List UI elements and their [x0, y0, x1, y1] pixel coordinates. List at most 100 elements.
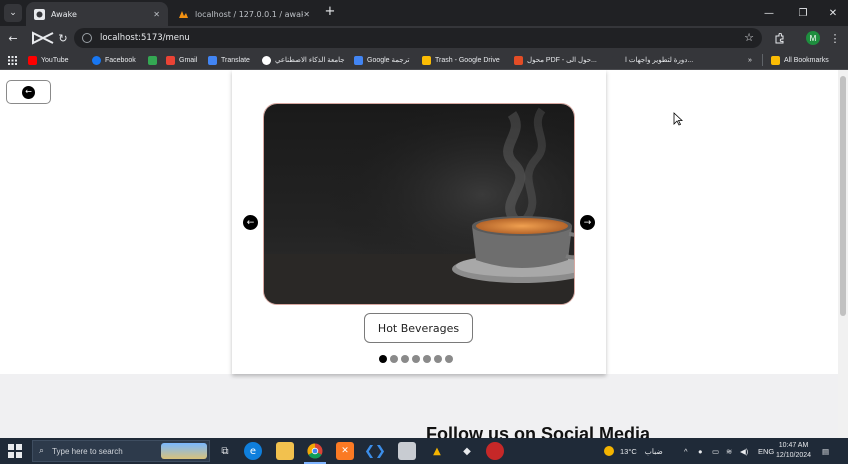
all-bookmarks[interactable]: All Bookmarks — [762, 54, 829, 66]
search-icon: ⌕ — [39, 446, 45, 456]
microphone-icon[interactable]: ● — [698, 438, 703, 464]
pdf-icon — [514, 55, 523, 65]
arrow-right-icon: → — [583, 217, 592, 228]
windows-taskbar: ⌕ Type here to search ⧉ e ✕ ❮❯ ▲ ◆ 13°C … — [0, 438, 848, 464]
apps-grid-icon[interactable] — [8, 54, 17, 66]
chrome-icon[interactable] — [306, 442, 324, 460]
profile-avatar[interactable]: M — [806, 31, 820, 45]
weather-widget-icon — [161, 443, 207, 459]
google-translate-icon — [354, 55, 363, 65]
extensions-icon[interactable] — [770, 29, 788, 47]
bookmark-label: YouTube — [41, 56, 69, 64]
address-bar[interactable]: localhost:5173/menu ☆ — [74, 28, 762, 48]
network-icon[interactable]: ▭ — [712, 438, 719, 464]
tab-title: localhost / 127.0.0.1 / awake / — [195, 9, 303, 19]
carousel-prev-button[interactable]: ← — [243, 215, 258, 230]
phpmyadmin-favicon-icon — [178, 9, 189, 20]
arrow-left-circle-icon: ← — [22, 85, 35, 99]
tray-chevron-icon[interactable]: ^ — [684, 438, 688, 464]
bookmark-youtube[interactable]: YouTube — [28, 54, 69, 66]
bookmark-university[interactable]: جامعة الذكاء الاصطناعي — [262, 54, 345, 66]
bookmark-facebook[interactable]: Facebook — [92, 54, 136, 66]
app-icon — [148, 55, 157, 65]
menu-kebab-icon[interactable]: ⋮ — [826, 29, 844, 47]
tab-phpmyadmin[interactable]: localhost / 127.0.0.1 / awake / ✕ — [170, 2, 318, 26]
bookmark-course[interactable]: دورة لتطوير واجهات ا... — [612, 54, 693, 66]
chevron-down-icon: ⌄ — [9, 8, 17, 18]
social-media-heading: Follow us on Social Media — [426, 424, 651, 438]
carousel-dot[interactable] — [434, 355, 442, 363]
tab-awake[interactable]: Awake ✕ — [26, 2, 168, 26]
course-icon — [612, 55, 621, 65]
app-record-icon[interactable] — [486, 442, 504, 460]
language-indicator[interactable]: ENG — [758, 438, 774, 464]
carousel-dot[interactable] — [390, 355, 398, 363]
bookmark-label: Google ترجمة — [367, 57, 410, 64]
bookmarks-overflow-icon[interactable]: » — [748, 54, 752, 66]
capcut-logo-icon — [30, 29, 56, 47]
back-button[interactable]: ← — [6, 80, 51, 104]
edge-icon[interactable]: e — [244, 442, 262, 460]
new-tab-button[interactable]: + — [322, 4, 338, 20]
system-clock[interactable]: 10:47 AM 12/10/2024 — [776, 441, 811, 461]
bookmark-google-translate[interactable]: Google ترجمة — [354, 54, 409, 66]
app-bird-icon[interactable]: ▲ — [428, 442, 446, 460]
bookmark-label: محول PDF - حول الى... — [527, 57, 597, 64]
wifi-icon[interactable]: ≋ — [726, 438, 732, 464]
taskbar-search-box[interactable]: ⌕ Type here to search — [32, 440, 210, 462]
site-info-icon[interactable] — [82, 33, 92, 43]
carousel-dot[interactable] — [412, 355, 420, 363]
carousel-dot[interactable] — [423, 355, 431, 363]
browser-toolbar: ← ↻ localhost:5173/menu ☆ M ⋮ — [0, 26, 848, 50]
category-button[interactable]: Hot Beverages — [364, 313, 473, 343]
volume-icon[interactable]: ◀) — [740, 438, 748, 464]
page-scrollbar[interactable] — [838, 70, 848, 438]
vscode-icon[interactable]: ❮❯ — [364, 442, 386, 460]
close-tab-icon[interactable]: ✕ — [153, 10, 160, 19]
clock-time: 10:47 AM — [778, 442, 809, 449]
tab-search-button[interactable]: ⌄ — [4, 4, 22, 22]
app-generic-icon[interactable]: ◆ — [458, 442, 476, 460]
restore-icon[interactable]: ❐ — [788, 0, 818, 26]
bookmark-label: Facebook — [105, 56, 136, 64]
awake-favicon-icon — [34, 8, 45, 20]
arrow-left-icon: ← — [246, 217, 255, 228]
weather-tray[interactable]: 13°C ضباب — [604, 438, 663, 464]
bookmark-star-icon[interactable]: ☆ — [744, 31, 754, 44]
file-explorer-icon[interactable] — [276, 442, 294, 460]
search-placeholder: Type here to search — [52, 446, 123, 456]
close-window-icon[interactable]: ✕ — [818, 0, 848, 26]
bookmark-app[interactable] — [148, 54, 161, 66]
bookmark-translate[interactable]: Translate — [208, 54, 250, 66]
gmail-icon — [166, 55, 175, 65]
bookmark-label: جامعة الذكاء الاصطناعي — [275, 57, 345, 64]
storage-app-icon[interactable] — [398, 442, 416, 460]
windows-start-icon[interactable] — [8, 444, 22, 458]
footer-section — [0, 374, 838, 438]
drive-icon — [422, 55, 431, 65]
all-bookmarks-label: All Bookmarks — [784, 56, 829, 64]
scrollbar-thumb[interactable] — [840, 76, 846, 316]
carousel-dot[interactable] — [379, 355, 387, 363]
xampp-icon[interactable]: ✕ — [336, 442, 354, 460]
tab-strip: ⌄ Awake ✕ localhost / 127.0.0.1 / awake … — [0, 0, 848, 26]
bookmark-drive-trash[interactable]: Trash - Google Drive — [422, 54, 500, 66]
back-arrow-icon[interactable]: ← — [4, 29, 22, 47]
bookmark-gmail[interactable]: Gmail — [166, 54, 197, 66]
bookmarks-bar: YouTube Facebook Gmail Translate جامعة ا… — [0, 50, 848, 70]
close-tab-icon[interactable]: ✕ — [303, 10, 310, 19]
task-view-icon[interactable]: ⧉ — [216, 442, 234, 460]
folder-icon — [771, 55, 780, 65]
hot-beverage-image — [263, 103, 575, 305]
carousel-dot[interactable] — [445, 355, 453, 363]
bookmark-label: Translate — [221, 56, 250, 64]
browser-window: ⌄ Awake ✕ localhost / 127.0.0.1 / awake … — [0, 0, 848, 464]
clock-date: 12/10/2024 — [776, 452, 812, 459]
carousel-dot[interactable] — [401, 355, 409, 363]
temperature: 13°C — [620, 446, 637, 456]
reload-icon[interactable]: ↻ — [54, 29, 72, 47]
bookmark-pdf-converter[interactable]: محول PDF - حول الى... — [514, 54, 597, 66]
carousel-next-button[interactable]: → — [580, 215, 595, 230]
minimize-icon[interactable]: — — [754, 0, 784, 26]
notifications-icon[interactable]: ▤ — [822, 438, 829, 464]
